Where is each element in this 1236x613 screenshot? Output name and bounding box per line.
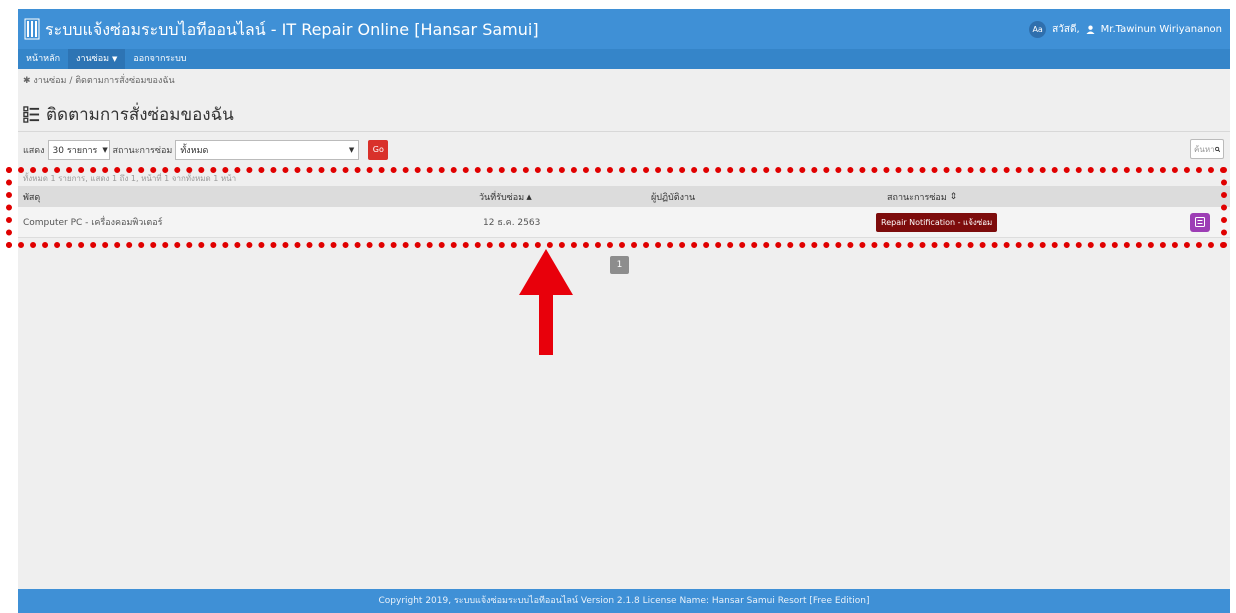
sort-asc-icon: ▲ xyxy=(524,192,532,201)
user-area: Aa สวัสดี, Mr.Tawinun Wiriyananon xyxy=(1029,21,1222,38)
chevron-down-icon: ▼ xyxy=(102,146,108,154)
nav-repair-dropdown[interactable]: งานซ่อม ▼ xyxy=(68,49,126,69)
footer: Copyright 2019, ระบบแจ้งซ่อมระบบไอทีออนไ… xyxy=(18,589,1230,613)
font-size-toggle[interactable]: Aa xyxy=(1029,21,1047,38)
status-badge: Repair Notification - แจ้งซ่อม xyxy=(876,212,998,232)
status-filter-select[interactable]: ทั้งหมด ▼ xyxy=(175,140,360,160)
app-logo-icon xyxy=(24,18,40,40)
view-details-button[interactable] xyxy=(1190,212,1210,232)
filter-bar: แสดง 30 รายการ ▼ สถานะการซ่อม ทั้งหมด ▼ … xyxy=(23,139,389,161)
status-filter-label: สถานะการซ่อม xyxy=(112,146,173,156)
col-worker: ผู้ปฏิบัติงาน xyxy=(651,192,696,203)
sort-icon: ⇕ xyxy=(946,191,958,202)
col-date-sort[interactable]: วันที่รับซ่อม ▲ xyxy=(479,186,532,207)
page-size-select[interactable]: 30 รายการ ▼ xyxy=(47,140,110,160)
page-title: ติดตามการสั่งซ่อมของฉัน xyxy=(46,105,234,125)
user-name-link[interactable]: Mr.Tawinun Wiriyananon xyxy=(1101,24,1222,35)
col-date-label: วันที่รับซ่อม xyxy=(479,192,525,203)
record-summary: ทั้งหมด 1 รายการ, แสดง 1 ถึง 1, หน้าที่ … xyxy=(23,174,237,183)
nav-repair-label: งานซ่อม xyxy=(76,54,110,64)
cell-action xyxy=(1190,207,1210,237)
search-placeholder: ค้นหา xyxy=(1194,144,1215,154)
user-icon xyxy=(1086,25,1095,34)
divider xyxy=(18,131,1230,132)
pagination-page-1[interactable]: 1 xyxy=(610,256,629,274)
cell-item: Computer PC - เครื่องคอมพิวเตอร์ xyxy=(23,218,163,228)
table-row[interactable]: Computer PC - เครื่องคอมพิวเตอร์ 12 ธ.ค.… xyxy=(18,207,1230,238)
repair-table: พัสดุ วันที่รับซ่อม ▲ ผู้ปฏิบัติงาน สถาน… xyxy=(18,186,1230,238)
search-icon xyxy=(1214,146,1220,152)
app-window: ระบบแจ้งซ่อมระบบไอทีออนไลน์ - IT Repair … xyxy=(18,9,1230,613)
wrench-icon: ✱ xyxy=(23,76,34,86)
col-status-label: สถานะการซ่อม xyxy=(887,192,947,203)
search-input[interactable]: ค้นหา xyxy=(1190,139,1224,159)
breadcrumb-text: งานซ่อม / ติดตามการสั่งซ่อมของฉัน xyxy=(33,76,175,86)
col-item: พัสดุ xyxy=(23,192,41,203)
greeting-text: สวัสดี, xyxy=(1052,24,1080,35)
main-navbar: หน้าหลัก งานซ่อม ▼ ออกจากระบบ xyxy=(18,49,1230,69)
show-label: แสดง xyxy=(23,146,45,156)
annotation-arrow-icon xyxy=(519,249,573,355)
cell-status: Repair Notification - แจ้งซ่อม xyxy=(876,207,998,237)
table-header: พัสดุ วันที่รับซ่อม ▲ ผู้ปฏิบัติงาน สถาน… xyxy=(18,186,1230,207)
nav-logout[interactable]: ออกจากระบบ xyxy=(125,49,194,69)
col-status-sort[interactable]: สถานะการซ่อม ⇕ xyxy=(887,186,957,207)
top-header: ระบบแจ้งซ่อมระบบไอทีออนไลน์ - IT Repair … xyxy=(18,9,1230,49)
breadcrumb: ✱ งานซ่อม / ติดตามการสั่งซ่อมของฉัน xyxy=(23,73,175,87)
checklist-icon xyxy=(23,106,40,123)
list-icon xyxy=(1195,217,1205,227)
nav-home[interactable]: หน้าหลัก xyxy=(18,49,68,69)
chevron-down-icon: ▼ xyxy=(348,146,355,154)
app-title: ระบบแจ้งซ่อมระบบไอทีออนไลน์ - IT Repair … xyxy=(45,20,539,39)
page-size-value: 30 รายการ xyxy=(52,146,98,156)
caret-down-icon: ▼ xyxy=(111,55,118,63)
go-button[interactable]: Go xyxy=(368,140,389,160)
status-filter-value: ทั้งหมด xyxy=(180,146,209,156)
cell-date: 12 ธ.ค. 2563 xyxy=(483,218,541,228)
page-heading: ติดตามการสั่งซ่อมของฉัน xyxy=(23,101,234,128)
